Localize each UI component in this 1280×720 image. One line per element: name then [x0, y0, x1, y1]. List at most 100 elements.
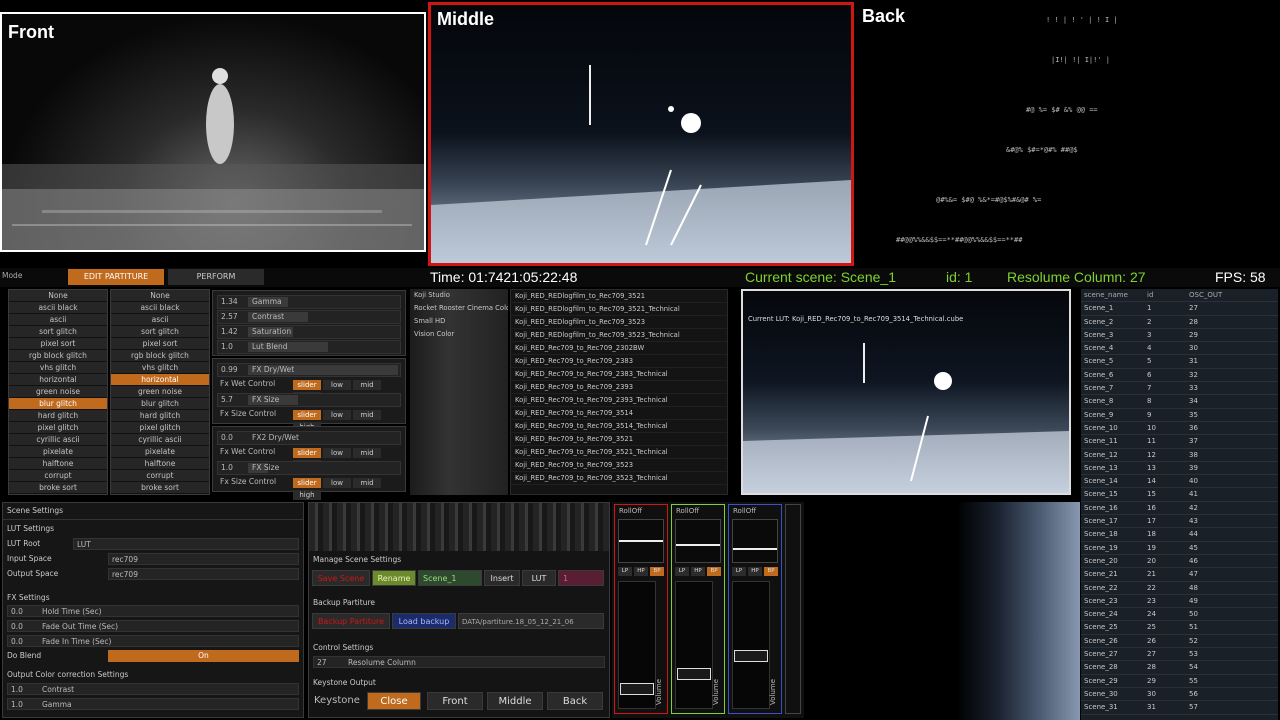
- fx-right-item[interactable]: corrupt: [111, 470, 209, 482]
- fx-right-item[interactable]: pixel sort: [111, 338, 209, 350]
- input-space-field[interactable]: rec709: [108, 553, 299, 565]
- table-row[interactable]: Scene_5 5 31: [1081, 355, 1278, 369]
- do-blend-toggle[interactable]: On: [108, 650, 299, 662]
- fx-left-item[interactable]: blur glitch: [9, 398, 107, 410]
- lut-file-item[interactable]: Koji_RED_REDlogfilm_to_Rec709_3523_Techn…: [511, 329, 727, 342]
- fx-right-item[interactable]: pixelate: [111, 446, 209, 458]
- lut-number-field[interactable]: 1: [558, 570, 604, 586]
- table-row[interactable]: Scene_6 6 32: [1081, 369, 1278, 383]
- volume-fader-handle[interactable]: [734, 649, 768, 662]
- fade-out-field[interactable]: 0.0 Fade Out Time (Sec): [7, 620, 299, 632]
- fx-right-item[interactable]: broke sort: [111, 482, 209, 494]
- volume-fader[interactable]: [618, 581, 656, 709]
- table-row[interactable]: Scene_18 18 44: [1081, 528, 1278, 542]
- fx-left-item[interactable]: hard glitch: [9, 410, 107, 422]
- lut-category-item[interactable]: Vision Color: [410, 328, 508, 341]
- table-row[interactable]: Scene_23 23 49: [1081, 595, 1278, 609]
- lut-file-item[interactable]: Koji_RED_REDlogfilm_to_Rec709_3523: [511, 316, 727, 329]
- filter-hp-button[interactable]: HP: [634, 567, 648, 576]
- tab-perform[interactable]: PERFORM: [168, 269, 264, 285]
- size-low-btn[interactable]: low: [323, 410, 351, 420]
- table-row[interactable]: Scene_8 8 34: [1081, 395, 1278, 409]
- table-row[interactable]: Scene_25 25 51: [1081, 621, 1278, 635]
- fx2-size-slider-btn[interactable]: slider: [293, 478, 321, 488]
- fx-left-item[interactable]: ascii black: [9, 302, 107, 314]
- table-row[interactable]: Scene_1 1 27: [1081, 302, 1278, 316]
- filter-hp-button[interactable]: HP: [748, 567, 762, 576]
- fx-left-item[interactable]: horizontal: [9, 374, 107, 386]
- fx-right-item[interactable]: None: [111, 290, 209, 302]
- table-row[interactable]: Scene_13 13 39: [1081, 462, 1278, 476]
- fx-left-item[interactable]: broke sort: [9, 482, 107, 494]
- table-row[interactable]: Scene_26 26 52: [1081, 635, 1278, 649]
- lut-category-item[interactable]: Small HD: [410, 315, 508, 328]
- lut-file-item[interactable]: Koji_RED_Rec709_to_Rec709_2393_Technical: [511, 394, 727, 407]
- fx-right-item[interactable]: hard glitch: [111, 410, 209, 422]
- lut-file-item[interactable]: Koji_RED_Rec709_to_Rec709_3523: [511, 459, 727, 472]
- table-row[interactable]: Scene_29 29 55: [1081, 675, 1278, 688]
- lut-file-item[interactable]: Koji_RED_Rec709_to_Rec709_2383_Technical: [511, 368, 727, 381]
- output-gamma-field[interactable]: 1.0 Gamma: [7, 698, 299, 710]
- fx-right-item[interactable]: ascii black: [111, 302, 209, 314]
- close-button[interactable]: Close: [367, 692, 421, 710]
- fx2-wet-low-btn[interactable]: low: [323, 448, 351, 458]
- fx-right-item[interactable]: halftone: [111, 458, 209, 470]
- fx-left-item[interactable]: green noise: [9, 386, 107, 398]
- scene-name-field[interactable]: Scene_1: [418, 570, 482, 586]
- backup-partiture-button[interactable]: Backup Partiture: [312, 613, 390, 629]
- table-row[interactable]: Scene_9 9 35: [1081, 409, 1278, 422]
- fx-right-item[interactable]: ascii: [111, 314, 209, 326]
- filter-bp-button[interactable]: BP: [764, 567, 778, 576]
- fx-right-item[interactable]: pixel glitch: [111, 422, 209, 434]
- lut-file-item[interactable]: Koji_RED_Rec709_to_Rec709_3514_Technical: [511, 420, 727, 433]
- filter-lp-button[interactable]: LP: [675, 567, 689, 576]
- table-row[interactable]: Scene_22 22 48: [1081, 582, 1278, 595]
- tab-edit-partiture[interactable]: EDIT PARTITURE: [68, 269, 164, 285]
- fx-left-item[interactable]: cyrillic ascii: [9, 434, 107, 446]
- rename-button[interactable]: Rename: [372, 570, 416, 586]
- lut-category-item[interactable]: Rocket Rooster Cinema Color: [410, 302, 508, 315]
- fx2-size-mid-btn[interactable]: mid: [353, 478, 381, 488]
- lut-button[interactable]: LUT: [522, 570, 556, 586]
- table-row[interactable]: Scene_14 14 40: [1081, 475, 1278, 489]
- fx-left-item[interactable]: rgb block glitch: [9, 350, 107, 362]
- contrast-slider[interactable]: 2.57 Contrast: [217, 310, 401, 324]
- insert-button[interactable]: Insert: [484, 570, 520, 586]
- resolume-column-field[interactable]: 27 Resolume Column: [313, 656, 605, 668]
- fx-right-item[interactable]: blur glitch: [111, 398, 209, 410]
- table-row[interactable]: Scene_19 19 45: [1081, 542, 1278, 555]
- fx2-drywet-slider[interactable]: 0.0 FX2 Dry/Wet: [217, 431, 401, 445]
- lut-file-item[interactable]: Koji_RED_Rec709_to_Rec709_3521_Technical: [511, 446, 727, 459]
- fx-right-item[interactable]: horizontal: [111, 374, 209, 386]
- lut-file-item[interactable]: Koji_RED_Rec709_to_Rec709_3514: [511, 407, 727, 420]
- volume-fader[interactable]: [675, 581, 713, 709]
- keystone-front-button[interactable]: Front: [427, 692, 483, 710]
- lut-file-item[interactable]: Koji_RED_Rec709_to_Rec709_2383: [511, 355, 727, 368]
- lut-blend-slider[interactable]: 1.0 Lut Blend: [217, 340, 401, 354]
- table-row[interactable]: Scene_3 3 29: [1081, 329, 1278, 343]
- fx2-size-slider[interactable]: 1.0 FX Size: [217, 461, 401, 475]
- table-row[interactable]: Scene_2 2 28: [1081, 316, 1278, 329]
- table-row[interactable]: Scene_16 16 42: [1081, 502, 1278, 516]
- saturation-slider[interactable]: 1.42 Saturation: [217, 325, 401, 339]
- table-row[interactable]: Scene_7 7 33: [1081, 382, 1278, 396]
- fx-left-item[interactable]: None: [9, 290, 107, 302]
- gamma-slider[interactable]: 1.34 Gamma: [217, 295, 401, 309]
- fx-right-item[interactable]: cyrillic ascii: [111, 434, 209, 446]
- hold-time-field[interactable]: 0.0 Hold Time (Sec): [7, 605, 299, 617]
- table-row[interactable]: Scene_21 21 47: [1081, 568, 1278, 582]
- fx-left-item[interactable]: vhs glitch: [9, 362, 107, 374]
- wet-mid-btn[interactable]: mid: [353, 380, 381, 390]
- lut-file-item[interactable]: Koji_RED_Rec709_to_Rec709_3521: [511, 433, 727, 446]
- filter-bp-button[interactable]: BP: [650, 567, 664, 576]
- fx-left-item[interactable]: corrupt: [9, 470, 107, 482]
- lut-root-field[interactable]: LUT: [73, 538, 299, 550]
- fx-left-item[interactable]: pixelate: [9, 446, 107, 458]
- volume-fader-handle[interactable]: [677, 667, 711, 680]
- fade-in-field[interactable]: 0.0 Fade In Time (Sec): [7, 635, 299, 647]
- lut-file-item[interactable]: Koji_RED_Rec709_to_Rec709_3523_Technical: [511, 472, 727, 485]
- filter-bp-button[interactable]: BP: [707, 567, 721, 576]
- table-row[interactable]: Scene_4 4 30: [1081, 342, 1278, 356]
- size-slider-btn[interactable]: slider: [293, 410, 321, 420]
- fx2-size-high-btn[interactable]: high: [293, 490, 321, 500]
